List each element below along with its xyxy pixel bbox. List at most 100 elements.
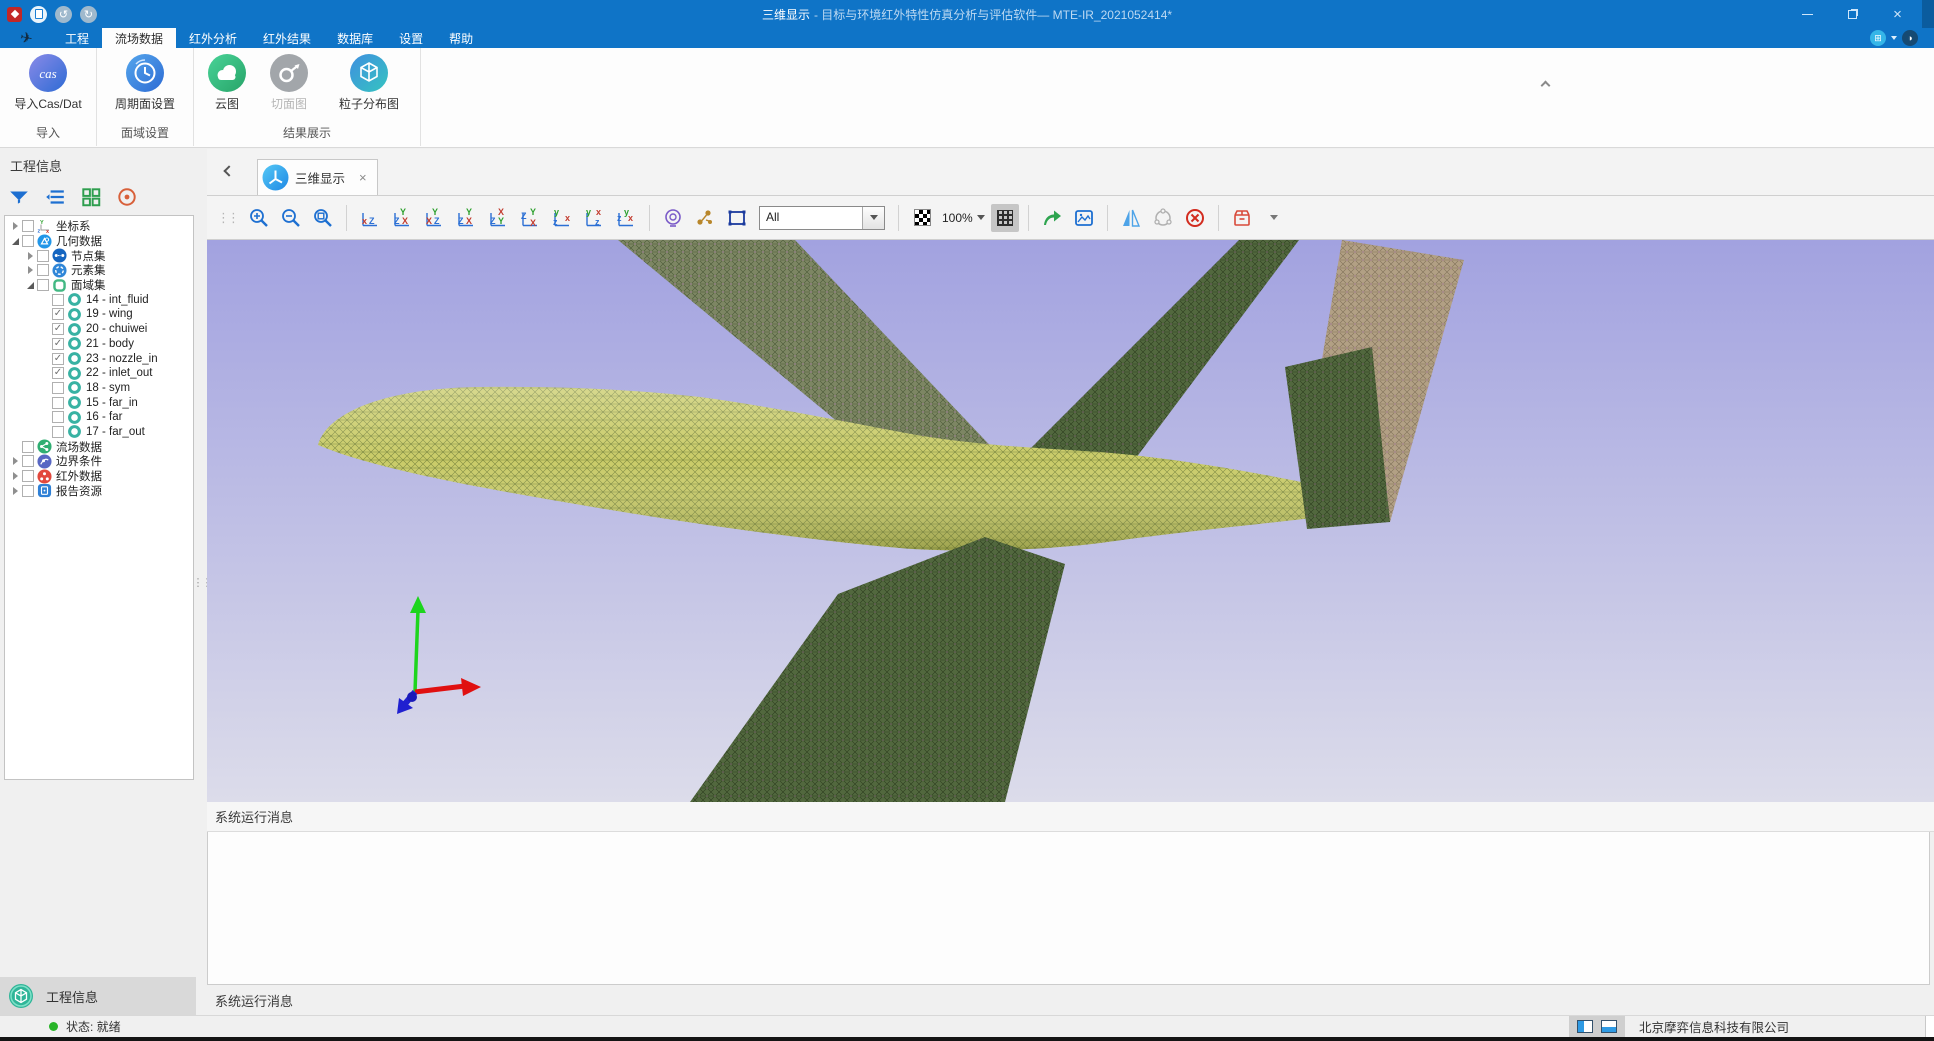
tree-checkbox[interactable] — [22, 220, 34, 232]
menu-tab-liuchang[interactable]: 流场数据 — [102, 28, 176, 48]
tree-checkbox[interactable] — [37, 264, 49, 276]
display-filter-combobox[interactable]: All — [759, 206, 885, 230]
tree-checkbox[interactable] — [22, 485, 34, 497]
style-grid-icon[interactable]: ⊞ — [1870, 30, 1886, 46]
group-view-icon[interactable] — [80, 186, 102, 208]
menu-tab-gongcheng[interactable]: 工程 — [52, 28, 102, 48]
tree-checkbox[interactable] — [22, 441, 34, 453]
tree-checkbox[interactable]: ✓ — [52, 308, 64, 320]
style-caret-icon[interactable] — [1891, 36, 1897, 43]
tree-item-23-nozzle_in[interactable]: ✓23 - nozzle_in — [5, 351, 193, 366]
zoom-level-dropdown[interactable]: 100% — [942, 211, 985, 225]
tree-item--[interactable]: 边界条件 — [5, 454, 193, 469]
zoom-in-icon[interactable] — [245, 204, 273, 232]
layout-left-panel-icon[interactable] — [1577, 1020, 1593, 1033]
tree-item-18-sym[interactable]: 18 - sym — [5, 381, 193, 396]
section-box-caret-icon[interactable] — [1260, 204, 1288, 232]
grid-toggle-icon[interactable] — [991, 204, 1019, 232]
view-iso-1-icon[interactable]: yzx — [548, 204, 576, 232]
mirror-icon[interactable] — [1117, 204, 1145, 232]
transparency-icon[interactable] — [908, 204, 936, 232]
tree-expand-icon[interactable] — [9, 472, 21, 480]
tree-expand-icon[interactable] — [9, 487, 21, 495]
tree-item-14-int_fluid[interactable]: 14 - int_fluid — [5, 292, 193, 307]
tree-item-15-far_in[interactable]: 15 - far_in — [5, 395, 193, 410]
particle-button[interactable]: 粒子分布图 — [324, 54, 414, 112]
probe-icon[interactable] — [659, 204, 687, 232]
tree-item--[interactable]: 面域集 — [5, 278, 193, 293]
tree-checkbox[interactable] — [22, 470, 34, 482]
undo-icon[interactable]: ↺ — [55, 6, 72, 23]
menu-tab-hongwai-fenxi[interactable]: 红外分析 — [176, 28, 250, 48]
tree-item-22-inlet_out[interactable]: ✓22 - inlet_out — [5, 366, 193, 381]
view-zx-b-icon[interactable]: YZX — [452, 204, 480, 232]
tree-checkbox[interactable] — [52, 294, 64, 306]
tree-expand-icon[interactable] — [24, 252, 36, 260]
zoom-out-icon[interactable] — [277, 204, 305, 232]
periodic-face-button[interactable]: 周期面设置 — [103, 54, 187, 112]
tree-item--[interactable]: Yzx坐标系 — [5, 219, 193, 234]
menu-tab-hongwai-jieguo[interactable]: 红外结果 — [250, 28, 324, 48]
tree-item--[interactable]: 几何数据 — [5, 234, 193, 249]
tree-checkbox[interactable] — [22, 235, 34, 247]
theme-icon[interactable]: ◑ — [1902, 30, 1918, 46]
view-zyx-icon[interactable]: YZX — [516, 204, 544, 232]
zoom-fit-icon[interactable] — [309, 204, 337, 232]
section-box-icon[interactable] — [1228, 204, 1256, 232]
tree-item-17-far_out[interactable]: 17 - far_out — [5, 425, 193, 440]
close-button[interactable]: × — [1875, 0, 1920, 28]
select-box-icon[interactable] — [723, 204, 751, 232]
tree-expand-icon[interactable] — [9, 222, 21, 230]
menu-tab-shujuku[interactable]: 数据库 — [324, 28, 386, 48]
contour-button[interactable]: 云图 — [200, 54, 254, 112]
tree-expand-icon[interactable] — [24, 282, 36, 289]
toolbar-grip[interactable]: ⋮⋮ — [217, 210, 237, 226]
combo-arrow-icon[interactable] — [862, 207, 884, 229]
resize-grip[interactable] — [1925, 1016, 1934, 1037]
app-icon[interactable] — [7, 7, 22, 22]
tree-checkbox[interactable] — [52, 397, 64, 409]
tree-item--[interactable]: 红外数据 — [5, 469, 193, 484]
tree-item--[interactable]: 流场数据 — [5, 439, 193, 454]
explode-view-icon[interactable] — [691, 204, 719, 232]
tab-close-icon[interactable]: × — [359, 170, 367, 185]
tree-expand-icon[interactable] — [24, 266, 36, 274]
message-panel-body[interactable] — [207, 832, 1930, 985]
tree-expand-icon[interactable] — [9, 238, 21, 245]
tree-checkbox[interactable] — [37, 250, 49, 262]
import-cas-dat-button[interactable]: cas导入Cas/Dat — [6, 54, 90, 112]
tree-checkbox[interactable]: ✓ — [52, 323, 64, 335]
tree-item-16-far[interactable]: 16 - far — [5, 410, 193, 425]
project-panel-footer-tab[interactable]: 工程信息 — [0, 977, 196, 1015]
export-share-icon[interactable] — [1038, 204, 1066, 232]
message-panel-tab[interactable]: 系统运行消息 — [207, 985, 1934, 1015]
snapshot-icon[interactable] — [1070, 204, 1098, 232]
locate-target-icon[interactable] — [116, 186, 138, 208]
cancel-icon[interactable] — [1181, 204, 1209, 232]
menu-tab-bangzhu[interactable]: 帮助 — [436, 28, 486, 48]
redo-icon[interactable]: ↻ — [80, 6, 97, 23]
tab-scroll-left-button[interactable] — [221, 163, 239, 181]
tree-checkbox[interactable]: ✓ — [52, 338, 64, 350]
view-zx-icon[interactable]: YZX — [388, 204, 416, 232]
tree-expand-icon[interactable] — [9, 457, 21, 465]
tab-3d-view[interactable]: 三维显示 × — [257, 159, 378, 195]
tree-checkbox[interactable] — [52, 382, 64, 394]
mesh-display-icon[interactable] — [1149, 204, 1177, 232]
view-iso-2-icon[interactable]: yxz — [580, 204, 608, 232]
filter-icon[interactable] — [8, 186, 30, 208]
tree-checkbox[interactable] — [52, 426, 64, 438]
tree-item--[interactable]: 报告资源 — [5, 483, 193, 498]
tree-item--[interactable]: 节点集 — [5, 248, 193, 263]
menu-tab-shezhi[interactable]: 设置 — [386, 28, 436, 48]
ribbon-collapse-button[interactable] — [1537, 78, 1553, 92]
tree-list-icon[interactable] — [44, 186, 66, 208]
view-xz-b-icon[interactable]: YXZ — [420, 204, 448, 232]
minimize-button[interactable] — [1785, 0, 1830, 28]
tree-checkbox[interactable] — [37, 279, 49, 291]
restore-button[interactable] — [1830, 0, 1875, 28]
tree-item-21-body[interactable]: ✓21 - body — [5, 337, 193, 352]
tree-checkbox[interactable] — [52, 411, 64, 423]
tree-checkbox[interactable]: ✓ — [52, 367, 64, 379]
viewport-3d[interactable] — [207, 240, 1934, 802]
